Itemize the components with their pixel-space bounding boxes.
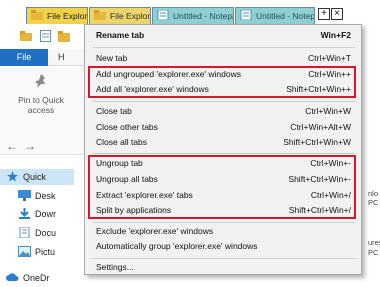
- folder-icon: [94, 10, 106, 20]
- forward-arrow-icon[interactable]: →: [24, 139, 36, 153]
- desktop-icon: [18, 190, 31, 201]
- notepad-icon: [240, 10, 252, 20]
- properties-icon[interactable]: [40, 30, 51, 42]
- notepad-icon: [157, 10, 169, 20]
- tab-file-explorer-2[interactable]: File Explorer: [89, 7, 151, 24]
- cloud-icon: [6, 273, 19, 281]
- tab-label: Untitled - Notepad: [256, 11, 315, 21]
- tree-item-onedrive[interactable]: OneDr: [6, 270, 80, 286]
- tree-item-quick-access[interactable]: Quick: [0, 169, 74, 185]
- pin-icon: [35, 74, 45, 88]
- menu-item-close-tab[interactable]: Close tab Ctrl+Win+W: [85, 104, 361, 119]
- menu-separator: [93, 47, 355, 48]
- menu-item-close-other-tabs[interactable]: Close other tabs Ctrl+Win+Alt+W: [85, 120, 361, 135]
- tree-label: Pictu: [35, 247, 56, 257]
- menu-item-auto-group-windows[interactable]: Automatically group 'explorer.exe' windo…: [85, 239, 361, 254]
- pin-to-quick-access-button[interactable]: Pin to Quick access: [6, 73, 76, 115]
- menu-separator: [93, 258, 355, 259]
- menu-item-label: Exclude 'explorer.exe' windows: [96, 226, 214, 236]
- quick-access-toolbar: [0, 24, 86, 48]
- tree-label: OneDr: [23, 273, 50, 283]
- menu-item-shortcut: Win+F2: [320, 30, 351, 40]
- tree-item-pictures[interactable]: Pictu: [18, 244, 92, 260]
- tab-label: File Explorer: [47, 11, 88, 21]
- tree-item-desktop[interactable]: Desk: [18, 188, 92, 204]
- download-icon: [19, 208, 30, 219]
- navigation-tree: Quick Desk Dowr Docu Pictu OneDr: [0, 169, 86, 287]
- pictures-icon: [18, 246, 31, 257]
- menu-item-shortcut: Shift+Ctrl+Win+W: [283, 137, 351, 147]
- menu-item-shortcut: Ctrl+Win+Alt+W: [290, 122, 351, 132]
- close-button[interactable]: ×: [331, 8, 343, 20]
- pin-label: Pin to Quick access: [18, 95, 64, 115]
- menu-item-shortcut: Ctrl+Win+T: [308, 53, 351, 63]
- menu-item-exclude-windows[interactable]: Exclude 'explorer.exe' windows: [85, 224, 361, 239]
- content-fragment: PC: [368, 198, 379, 207]
- menu-separator: [93, 222, 355, 223]
- menu-separator: [93, 153, 355, 154]
- star-icon: [7, 171, 18, 182]
- tree-label: Quick: [23, 172, 47, 182]
- menu-item-shortcut: Ctrl+Win+W: [305, 106, 351, 116]
- menu-item-label: Close tab: [96, 106, 132, 116]
- content-fragment: PC: [368, 248, 379, 257]
- menu-item-new-tab[interactable]: New tab Ctrl+Win+T: [85, 51, 361, 66]
- home-tab[interactable]: H: [58, 49, 65, 66]
- tab-label: File Explorer: [110, 11, 151, 21]
- navigation-bar: ← →: [4, 137, 86, 157]
- menu-item-label: Automatically group 'explorer.exe' windo…: [96, 241, 258, 251]
- tab-context-menu: Rename tab Win+F2 New tab Ctrl+Win+T Add…: [84, 24, 362, 275]
- tab-file-explorer-1[interactable]: File Explorer: [26, 7, 88, 24]
- content-fragment: nlo: [368, 189, 379, 198]
- menu-item-close-all-tabs[interactable]: Close all tabs Shift+Ctrl+Win+W: [85, 135, 361, 150]
- menu-item-label: Close other tabs: [96, 122, 158, 132]
- tab-notepad-1[interactable]: Untitled - Notepad: [152, 7, 234, 24]
- tab-label: Untitled - Notepad: [173, 11, 233, 21]
- content-fragment: ures: [368, 238, 380, 247]
- tree-item-downloads[interactable]: Dowr: [18, 206, 92, 222]
- tab-notepad-2[interactable]: Untitled - Notepad: [235, 7, 315, 24]
- new-folder-icon[interactable]: [58, 30, 70, 42]
- tree-label: Dowr: [35, 209, 57, 219]
- back-arrow-icon[interactable]: ←: [6, 139, 18, 153]
- menu-item-label: New tab: [96, 53, 128, 63]
- folder-icon: [31, 10, 43, 20]
- ribbon-tabs: File H: [0, 49, 86, 66]
- tree-item-documents[interactable]: Docu: [18, 225, 92, 241]
- folder-icon[interactable]: [20, 31, 32, 41]
- menu-item-label: Close all tabs: [96, 137, 148, 147]
- tab-strip: File Explorer File Explorer Untitled - N…: [0, 0, 380, 24]
- menu-item-label: Settings...: [96, 262, 134, 272]
- menu-item-settings[interactable]: Settings...: [85, 260, 361, 275]
- highlight-box-ungroup-split: [88, 155, 356, 219]
- new-tab-button[interactable]: +: [318, 8, 330, 20]
- file-tab[interactable]: File: [0, 49, 48, 66]
- menu-item-rename-tab[interactable]: Rename tab Win+F2: [85, 28, 361, 43]
- tree-label: Docu: [35, 228, 57, 238]
- highlight-box-add-windows: [88, 66, 356, 98]
- menu-separator: [93, 101, 355, 102]
- tree-label: Desk: [35, 191, 56, 201]
- document-icon: [19, 227, 30, 238]
- menu-item-label: Rename tab: [96, 30, 145, 40]
